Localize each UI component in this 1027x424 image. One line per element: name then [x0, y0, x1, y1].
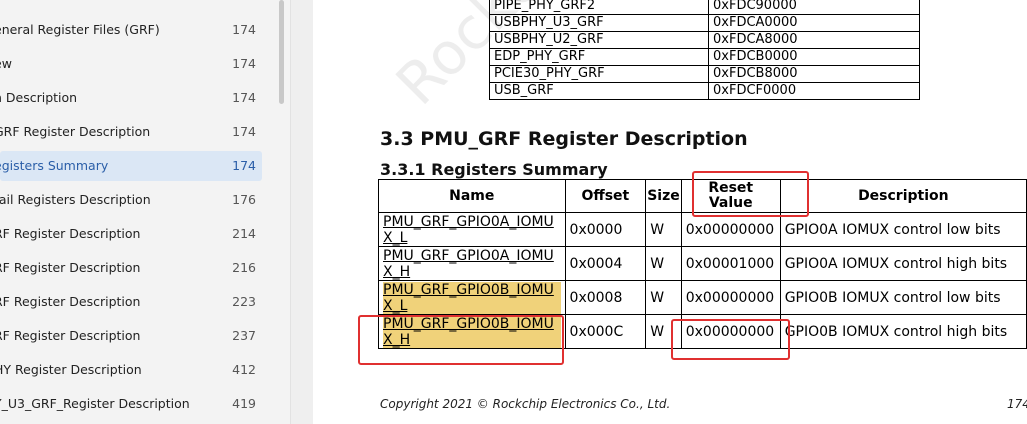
column-header-reset-value: Reset Value [680, 179, 781, 213]
table-cell: PCIE30_PHY_GRF [489, 65, 709, 83]
table-cell: 0xFDCB8000 [708, 65, 920, 83]
sidebar-item-page: 176 [232, 192, 256, 207]
sidebar-item-page: 214 [232, 226, 256, 241]
column-header-name: Name [378, 179, 566, 213]
sidebar-item-page: 174 [232, 158, 256, 173]
table-row: PMU_GRF_GPIO0B_IOMUX_H 0x000C W 0x000000… [378, 314, 1027, 349]
address-table: PIPE_PHY_GRF2 0xFDC90000 USBPHY_U3_GRF 0… [489, 0, 920, 100]
sidebar-item-label: tail Registers Description [0, 192, 151, 207]
offset-cell: 0x0000 [564, 212, 647, 247]
register-name-cell[interactable]: PMU_GRF_GPIO0B_IOMUX_H [378, 314, 566, 349]
table-cell: 0xFDCA8000 [708, 31, 920, 49]
offset-cell: 0x0004 [564, 246, 647, 281]
offset-cell: 0x000C [564, 314, 647, 349]
table-row: USBPHY_U2_GRF 0xFDCA8000 [489, 31, 920, 49]
sidebar-item[interactable]: HY Register Description 412 [0, 355, 262, 385]
sidebar-scrollbar[interactable] [279, 0, 284, 104]
sidebar-item[interactable]: ew 174 [0, 49, 262, 79]
description-cell: GPIO0A IOMUX control high bits [779, 246, 1027, 281]
description-cell: GPIO0B IOMUX control high bits [779, 314, 1027, 349]
reset-value-cell: 0x00001000 [680, 246, 781, 281]
sidebar-item[interactable]: RF Register Description 223 [0, 287, 262, 317]
subsection-heading: 3.3.1 Registers Summary [380, 160, 608, 179]
table-row: PMU_GRF_GPIO0B_IOMUX_L 0x0008 W 0x000000… [378, 280, 1027, 315]
table-row: PCIE30_PHY_GRF 0xFDCB8000 [489, 65, 920, 83]
sidebar-item-page: 174 [232, 90, 256, 105]
panel-gutter [291, 0, 313, 424]
size-cell: W [645, 212, 682, 247]
sidebar-item-label: RF Register Description [0, 294, 141, 309]
document-page: Rockchip PIPE_PHY_GRF2 0xFDC90000 USBPHY… [313, 0, 1027, 424]
size-cell: W [645, 246, 682, 281]
size-cell: W [645, 314, 682, 349]
register-link[interactable]: PMU_GRF_GPIO0A_IOMUX_H [383, 248, 561, 280]
sidebar-item[interactable]: RF Register Description 214 [0, 219, 262, 249]
sidebar-item-page: 419 [232, 396, 256, 411]
sidebar-item-page: 174 [232, 124, 256, 139]
table-cell: USB_GRF [489, 82, 709, 100]
sidebar-item-label: Y_U3_GRF_Register Description [0, 396, 190, 411]
page-footer: Copyright 2021 © Rockchip Electronics Co… [380, 397, 671, 411]
offset-cell: 0x0008 [564, 280, 647, 315]
reset-value-cell: 0x00000000 [680, 314, 781, 349]
sidebar-item-label: RF Register Description [0, 328, 141, 343]
sidebar-item-label: ew [0, 56, 12, 71]
page-number: 174 [1007, 397, 1027, 411]
column-header-offset: Offset [564, 179, 647, 213]
column-header-description: Description [779, 179, 1027, 213]
sidebar-item[interactable]: RF Register Description 216 [0, 253, 262, 283]
sidebar-item[interactable]: GRF Register Description 174 [0, 117, 262, 147]
sidebar-item[interactable]: n Description 174 [0, 83, 262, 113]
reset-value-cell: 0x00000000 [680, 280, 781, 315]
section-heading: 3.3 PMU_GRF Register Description [380, 128, 748, 150]
register-link-highlighted[interactable]: PMU_GRF_GPIO0B_IOMUX_L [383, 281, 561, 314]
register-link-highlighted[interactable]: PMU_GRF_GPIO0B_IOMUX_H [383, 315, 561, 348]
table-cell: 0xFDCF0000 [708, 82, 920, 100]
sidebar-item-label: egisters Summary [0, 158, 109, 173]
reset-value-cell: 0x00000000 [680, 212, 781, 247]
sidebar-item-label: GRF Register Description [0, 124, 151, 139]
description-cell: GPIO0A IOMUX control low bits [779, 212, 1027, 247]
sidebar-item-label: RF Register Description [0, 226, 141, 241]
table-row: PMU_GRF_GPIO0A_IOMUX_L 0x0000 W 0x000000… [378, 212, 1027, 247]
table-row: USB_GRF 0xFDCF0000 [489, 82, 920, 100]
table-row: PMU_GRF_GPIO0A_IOMUX_H 0x0004 W 0x000010… [378, 246, 1027, 281]
sidebar-item-active[interactable]: egisters Summary 174 [0, 151, 262, 181]
table-row: PIPE_PHY_GRF2 0xFDC90000 [489, 0, 920, 15]
sidebar-item-label: eneral Register Files (GRF) [0, 22, 160, 37]
table-row: EDP_PHY_GRF 0xFDCB0000 [489, 48, 920, 66]
sidebar-item[interactable]: eneral Register Files (GRF) 174 [0, 15, 262, 45]
sidebar-item-page: 216 [232, 260, 256, 275]
table-cell: 0xFDCA0000 [708, 14, 920, 32]
sidebar-item-label: n Description [0, 90, 78, 105]
sidebar-item-page: 174 [232, 56, 256, 71]
registers-summary-table: Name Offset Size Reset Value Description… [378, 179, 1027, 349]
table-cell: USBPHY_U2_GRF [489, 31, 709, 49]
register-name-cell[interactable]: PMU_GRF_GPIO0A_IOMUX_H [378, 246, 566, 281]
sidebar-item[interactable]: Y_U3_GRF_Register Description 419 [0, 389, 262, 419]
table-cell: PIPE_PHY_GRF2 [489, 0, 709, 15]
column-header-size: Size [645, 179, 682, 213]
sidebar-item-page: 174 [232, 22, 256, 37]
register-name-cell[interactable]: PMU_GRF_GPIO0B_IOMUX_L [378, 280, 566, 315]
table-header-row: Name Offset Size Reset Value Description [378, 179, 1027, 213]
sidebar-item-page: 223 [232, 294, 256, 309]
table-cell: EDP_PHY_GRF [489, 48, 709, 66]
table-row: USBPHY_U3_GRF 0xFDCA0000 [489, 14, 920, 32]
table-cell: USBPHY_U3_GRF [489, 14, 709, 32]
sidebar-item-page: 237 [232, 328, 256, 343]
table-cell: 0xFDCB0000 [708, 48, 920, 66]
sidebar-item-label: RF Register Description [0, 260, 141, 275]
sidebar-item[interactable]: RF Register Description 237 [0, 321, 262, 351]
table-cell: 0xFDC90000 [708, 0, 920, 15]
bookmarks-sidebar: eneral Register Files (GRF) 174 ew 174 n… [0, 0, 291, 424]
sidebar-item-label: HY Register Description [0, 362, 142, 377]
register-name-cell[interactable]: PMU_GRF_GPIO0A_IOMUX_L [378, 212, 566, 247]
sidebar-item[interactable]: tail Registers Description 176 [0, 185, 262, 215]
size-cell: W [645, 280, 682, 315]
sidebar-item-page: 412 [232, 362, 256, 377]
description-cell: GPIO0B IOMUX control low bits [779, 280, 1027, 315]
register-link[interactable]: PMU_GRF_GPIO0A_IOMUX_L [383, 214, 561, 246]
